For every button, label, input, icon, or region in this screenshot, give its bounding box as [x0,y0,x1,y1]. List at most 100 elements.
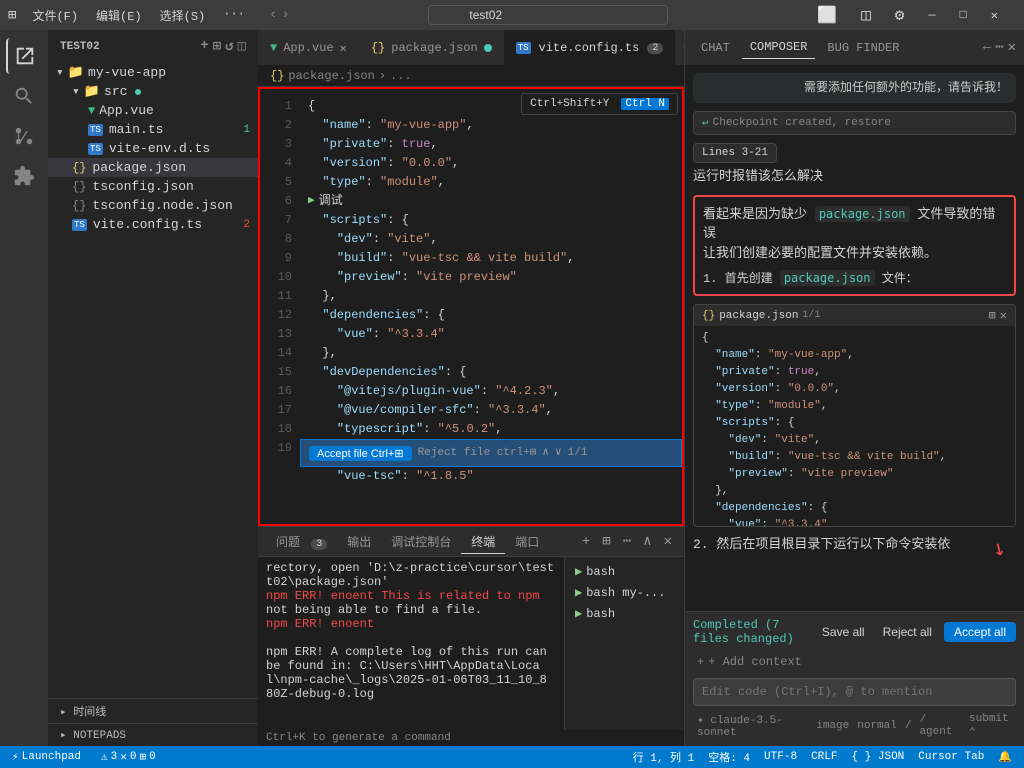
code-line-4: "version": "0.0.0", [300,154,682,173]
panel-add-icon[interactable]: + [578,532,594,552]
settings-icon[interactable]: ⚙ [885,3,915,27]
line-num: 10 [260,268,300,287]
right-tab-composer[interactable]: COMPOSER [742,36,816,59]
collapse-icon[interactable]: ◫ [238,38,246,55]
panel-close-icon[interactable]: ✕ [660,531,676,552]
refresh-icon[interactable]: ↺ [225,38,233,55]
reject-all-btn[interactable]: Reject all [877,622,938,642]
terminal-shell-3[interactable]: ▶ bash [569,603,680,624]
ts-file-icon: TS [516,42,531,54]
file-item-app-vue[interactable]: ▼ App.vue [48,101,258,120]
title-search-input[interactable] [428,5,668,25]
minimize-btn[interactable]: — [918,6,945,24]
compose-input[interactable] [693,678,1016,706]
status-position[interactable]: 行 1, 列 1 [629,749,699,765]
compose-footer-left: ✦ claude-3.5-sonnet image [693,712,853,740]
panel-more-icon[interactable]: ⋯ [619,531,635,552]
status-bell-icon[interactable]: 🔔 [994,749,1016,765]
step2-container: 2. 然后在项目根目录下运行以下命令安装依 ↘ [693,535,1016,561]
title-search-area [306,5,791,25]
breadcrumb-section[interactable]: ... [390,69,412,83]
right-tab-chat[interactable]: CHAT [693,37,738,59]
debug-triangle-icon[interactable]: ▶ [308,192,315,211]
tabs-split-icon[interactable]: ⋯ [675,30,684,65]
terminal-shell-1[interactable]: ▶ bash [569,561,680,582]
status-warnings[interactable]: ⚠ 3 ✕ 0 ⊞ 0 [97,750,160,764]
right-panel-back-icon[interactable]: ← [983,39,991,56]
save-all-btn[interactable]: Save all [816,622,871,642]
model-selector[interactable]: ✦ claude-3.5-sonnet [693,712,808,740]
file-item-package-json[interactable]: {} package.json [48,158,258,177]
status-language[interactable]: { } JSON [847,749,908,765]
right-panel-more-icon[interactable]: ⋯ [995,39,1003,56]
activity-extensions[interactable] [6,158,42,194]
right-tab-bug[interactable]: BUG FINDER [819,37,907,59]
tab-vite-config[interactable]: TS vite.config.ts 2 [504,30,676,65]
layout-icon2[interactable]: ◫ [851,3,881,27]
layout-icon1[interactable]: ⬜ [807,3,847,27]
vue-file-icon: ▼ [270,41,277,55]
terminal-shell-2[interactable]: ▶ bash my-... [569,582,680,603]
editor-content[interactable]: Ctrl+Shift+Y Ctrl N 1 2 3 4 5 6 7 8 9 10… [258,87,684,526]
tab-close-icon[interactable]: ✕ [340,41,347,56]
file-item-tsconfig-node[interactable]: {} tsconfig.node.json [48,196,258,215]
file-item-src[interactable]: ▾ 📁 src [48,82,258,101]
status-launchpad[interactable]: ⚡ Launchpad [8,750,85,764]
menu-edit[interactable]: 编辑(E) [88,5,150,26]
image-tag[interactable]: image [812,719,853,733]
file-item-my-vue-app[interactable]: ▾ 📁 my-vue-app [48,63,258,82]
breadcrumb-file[interactable]: package.json [288,69,374,83]
nav-back[interactable]: ‹ [269,7,277,23]
status-encoding[interactable]: UTF-8 [760,749,801,765]
close-btn[interactable]: ✕ [981,6,1008,25]
status-spaces[interactable]: 空格: 4 [704,749,754,765]
tab-app-vue[interactable]: ▼ App.vue ✕ [258,30,359,65]
menu-bar[interactable]: 文件(F) 编辑(E) 选择(S) ··· [24,5,252,26]
activity-git[interactable] [6,118,42,154]
lines-ref[interactable]: Lines 3-21 [693,143,777,163]
panel-tab-debug[interactable]: 调试控制台 [381,529,461,554]
accept-file-btn[interactable]: Accept file Ctrl+⊞ [309,446,412,461]
preview-expand-icon[interactable]: ⊞ [989,308,996,323]
status-line-ending[interactable]: CRLF [807,749,841,765]
activity-explorer[interactable] [6,38,42,74]
file-item-vite-env[interactable]: TS vite-env.d.ts [48,139,258,158]
window-controls[interactable]: ⬜ ◫ ⚙ — □ ✕ [799,1,1016,29]
maximize-btn[interactable]: □ [950,6,977,24]
panel-maximize-icon[interactable]: ∧ [639,531,655,552]
file-item-main-ts[interactable]: TS main.ts 1 [48,120,258,139]
new-folder-icon[interactable]: ⊞ [213,38,221,55]
code-editor[interactable]: { "name": "my-vue-app", "private": true,… [300,89,682,524]
submit-btn[interactable]: submit ⌃ [965,712,1016,740]
panel-split-icon[interactable]: ⊞ [598,531,614,552]
nav-forward[interactable]: › [281,7,289,23]
panel-tab-problems[interactable]: 问题 3 [266,529,337,554]
file-item-vite-config[interactable]: TS vite.config.ts 2 [48,215,258,234]
menu-more[interactable]: ··· [215,5,253,26]
preview-close-icon[interactable]: ✕ [1000,308,1007,323]
panel-tab-output[interactable]: 输出 [337,529,381,554]
mode-tag[interactable]: normal [853,719,901,733]
terminal-line: be found in: C:\Users\HHT\AppData\Loca [266,659,556,673]
agent-tag[interactable]: / agent [915,713,961,739]
menu-select[interactable]: 选择(S) [152,5,214,26]
panel-tab-ports[interactable]: 端口 [505,529,549,554]
error-count: 0 [130,751,137,763]
tab-package-json[interactable]: {} package.json [359,30,504,65]
reject-file-btn[interactable]: Reject file ctrl+⊞ [418,442,537,464]
activity-search[interactable] [6,78,42,114]
timeline-header[interactable]: ▸ 时间线 [48,699,258,723]
terminal-output[interactable]: rectory, open 'D:\z-practice\cursor\test… [258,557,564,730]
file-tree: ▾ 📁 my-vue-app ▾ 📁 src ▼ App.vue TS main… [48,63,258,698]
add-context-btn[interactable]: + + Add context [693,652,1016,672]
debug-label[interactable]: 调试 [319,192,343,211]
notepads-header[interactable]: ▸ NOTEPADS [48,724,258,746]
status-cursor-tab[interactable]: Cursor Tab [914,749,988,765]
panel-tab-terminal[interactable]: 终端 [461,529,505,554]
accept-all-btn[interactable]: Accept all [944,622,1016,642]
new-file-icon[interactable]: + [200,38,208,55]
right-panel-close-icon[interactable]: ✕ [1008,39,1016,56]
file-item-tsconfig[interactable]: {} tsconfig.json [48,177,258,196]
menu-file[interactable]: 文件(F) [24,5,86,26]
tab-badge: 2 [647,43,663,54]
